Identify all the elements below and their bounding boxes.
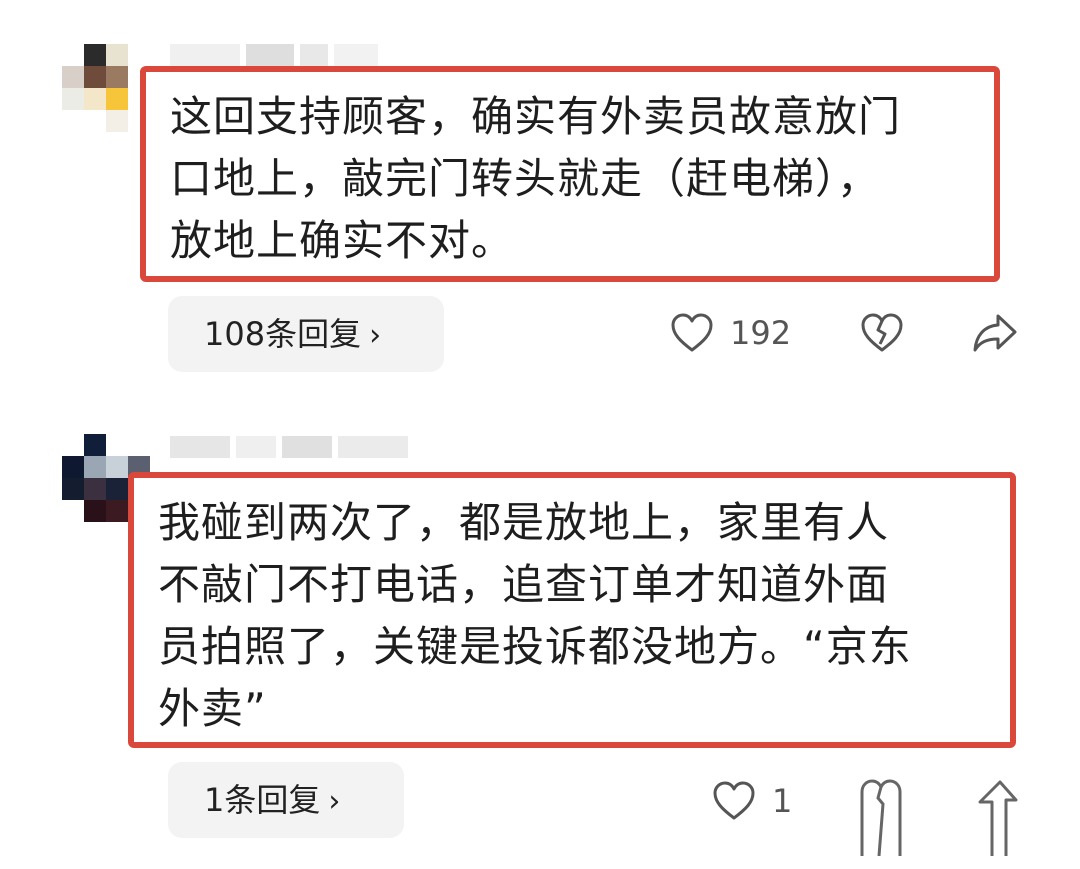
- share-button[interactable]: [978, 780, 1018, 856]
- view-replies-button[interactable]: 1条回复 ›: [168, 762, 404, 838]
- comment-line: 不敲门不打电话，追查订单才知道外面: [158, 560, 890, 609]
- view-replies-button[interactable]: 108条回复 ›: [168, 296, 444, 372]
- like-button[interactable]: 1: [712, 780, 792, 822]
- share-arrow-icon: [973, 314, 1017, 352]
- share-arrow-icon: [978, 780, 1018, 856]
- comment-text-highlight: 我碰到两次了，都是放地上，家里有人 不敲门不打电话，追查订单才知道外面 员拍照了…: [128, 472, 1016, 748]
- heart-icon: [671, 313, 713, 352]
- comment-line: 这回支持顾客，确实有外卖员故意放门: [170, 92, 902, 141]
- broken-heart-icon: [860, 779, 902, 856]
- comment-card: 我碰到两次了，都是放地上，家里有人 不敲门不打电话，追查订单才知道外面 员拍照了…: [0, 420, 1080, 860]
- comment-line: 放地上确实不对。: [170, 216, 515, 265]
- replies-label: 1条回复: [204, 781, 321, 819]
- like-button[interactable]: 192: [670, 312, 791, 354]
- dislike-button[interactable]: [860, 312, 904, 354]
- comment-line: 员拍照了，关键是投诉都没地方。“京东: [158, 622, 912, 671]
- heart-icon: [713, 781, 755, 820]
- comment-line: 口地上，敲完门转头就走（赶电梯），: [170, 154, 881, 203]
- chevron-right-icon: ›: [328, 784, 341, 819]
- chevron-right-icon: ›: [369, 318, 382, 353]
- comment-line: 我碰到两次了，都是放地上，家里有人: [158, 498, 890, 547]
- comment-card: 这回支持顾客，确实有外卖员故意放门 口地上，敲完门转头就走（赶电梯）， 放地上确…: [0, 0, 1080, 400]
- replies-label: 108条回复: [204, 315, 362, 353]
- comment-line: 外卖”: [158, 684, 267, 733]
- like-count: 192: [730, 314, 792, 352]
- like-count: 1: [772, 782, 793, 820]
- avatar[interactable]: [62, 44, 150, 132]
- username-blurred[interactable]: [170, 436, 414, 458]
- comment-text-highlight: 这回支持顾客，确实有外卖员故意放门 口地上，敲完门转头就走（赶电梯）， 放地上确…: [140, 66, 1000, 282]
- username-blurred[interactable]: [170, 44, 384, 66]
- broken-heart-icon: [861, 313, 903, 352]
- share-button[interactable]: [972, 312, 1018, 354]
- dislike-button[interactable]: [858, 778, 904, 856]
